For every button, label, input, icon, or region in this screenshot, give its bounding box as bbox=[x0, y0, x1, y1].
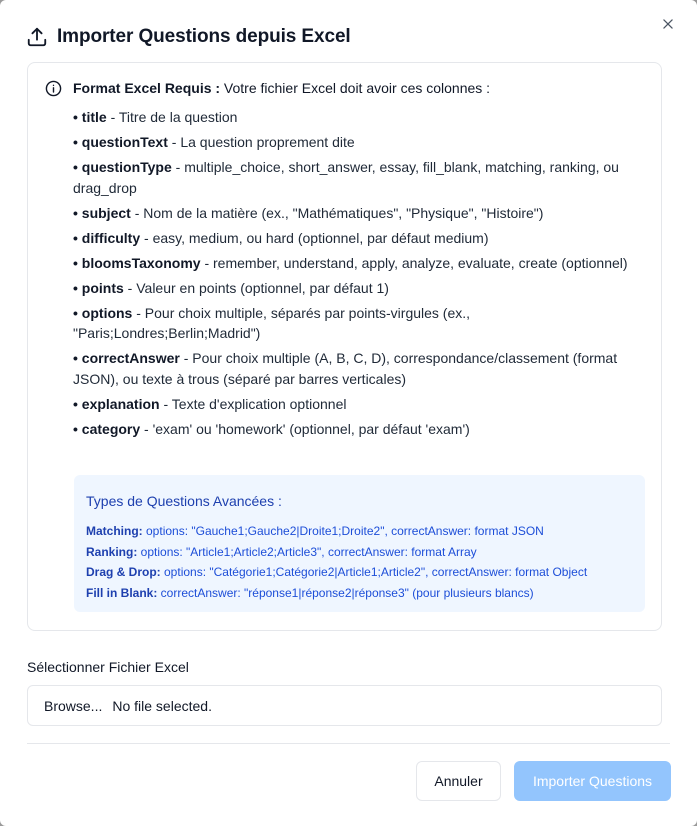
format-info-content: Format Excel Requis : Votre fichier Exce… bbox=[73, 78, 645, 444]
bullet-marker: • bbox=[73, 304, 82, 321]
advanced-type-item: Matching: options: "Gauche1;Gauche2|Droi… bbox=[86, 521, 633, 542]
format-info-box: Format Excel Requis : Votre fichier Exce… bbox=[27, 62, 662, 631]
advanced-type-text: correctAnswer: "réponse1|réponse2|répons… bbox=[157, 585, 534, 600]
column-name: bloomsTaxonomy bbox=[81, 254, 201, 271]
column-item: • points - Valeur en points (optionnel, … bbox=[73, 278, 645, 299]
advanced-type-text: options: "Article1;Article2;Article3", c… bbox=[137, 544, 477, 559]
bullet-marker: • bbox=[73, 254, 82, 271]
column-description: - remember, understand, apply, analyze, … bbox=[200, 254, 628, 271]
advanced-type-item: Fill in Blank: correctAnswer: "réponse1|… bbox=[86, 583, 633, 604]
dialog-header: Importer Questions depuis Excel bbox=[26, 24, 351, 50]
file-status: No file selected. bbox=[112, 697, 212, 714]
bullet-marker: • bbox=[73, 395, 82, 412]
advanced-type-key: Drag & Drop: bbox=[86, 565, 161, 579]
column-description: - Pour choix multiple, séparés par point… bbox=[73, 304, 471, 342]
column-name: questionType bbox=[81, 159, 172, 175]
column-name: difficulty bbox=[81, 229, 141, 246]
advanced-type-key: Ranking: bbox=[86, 544, 138, 559]
advanced-types-title: Types de Questions Avancées : bbox=[86, 493, 282, 509]
column-item: • difficulty - easy, medium, ou hard (op… bbox=[73, 228, 645, 249]
column-name: options bbox=[81, 304, 133, 321]
column-item: • correctAnswer - Pour choix multiple (A… bbox=[73, 348, 645, 389]
column-name: questionText bbox=[81, 134, 168, 150]
column-item: • subject - Nom de la matière (ex., "Mat… bbox=[73, 203, 645, 224]
column-description: - Titre de la question bbox=[106, 109, 238, 125]
column-list: • title - Titre de la question • question… bbox=[73, 107, 645, 439]
advanced-type-item: Drag & Drop: options: "Catégorie1;Catégo… bbox=[86, 562, 633, 583]
column-name: correctAnswer bbox=[81, 350, 180, 366]
column-item: • explanation - Texte d'explication opti… bbox=[73, 394, 645, 415]
advanced-types-list: Matching: options: "Gauche1;Gauche2|Droi… bbox=[86, 521, 633, 603]
column-item: • bloomsTaxonomy - remember, understand,… bbox=[73, 253, 645, 274]
column-description: - easy, medium, ou hard (optionnel, par … bbox=[140, 229, 489, 246]
advanced-types-box: Types de Questions Avancées : Matching: … bbox=[74, 475, 645, 612]
column-item: • questionType - multiple_choice, short_… bbox=[73, 157, 645, 198]
bullet-marker: • bbox=[73, 134, 82, 150]
dialog-title: Importer Questions depuis Excel bbox=[57, 26, 351, 47]
close-button[interactable] bbox=[657, 15, 679, 37]
column-name: points bbox=[81, 279, 124, 296]
file-input[interactable]: Browse... No file selected. bbox=[27, 685, 662, 726]
footer-divider bbox=[27, 743, 670, 744]
close-icon bbox=[661, 17, 675, 36]
upload-icon bbox=[26, 26, 48, 48]
cancel-button[interactable]: Annuler bbox=[416, 761, 501, 801]
advanced-type-text: options: "Catégorie1;Catégorie2|Article1… bbox=[160, 565, 588, 579]
column-name: explanation bbox=[81, 395, 160, 412]
column-name: title bbox=[81, 109, 107, 125]
file-field-label: Sélectionner Fichier Excel bbox=[27, 659, 189, 675]
column-item: • questionText - La question proprement … bbox=[73, 132, 645, 153]
column-description: - Valeur en points (optionnel, par défau… bbox=[123, 279, 389, 296]
import-dialog: Importer Questions depuis Excel Format E… bbox=[0, 0, 697, 826]
advanced-type-key: Matching: bbox=[86, 524, 143, 538]
column-name: category bbox=[81, 420, 141, 437]
format-intro-text: Votre fichier Excel doit avoir ces colon… bbox=[220, 80, 491, 96]
bullet-marker: • bbox=[73, 420, 82, 437]
advanced-type-text: options: "Gauche1;Gauche2|Droite1;Droite… bbox=[142, 524, 544, 538]
column-description: - La question proprement dite bbox=[167, 134, 355, 150]
format-intro: Format Excel Requis : Votre fichier Exce… bbox=[73, 78, 645, 98]
column-description: - Texte d'explication optionnel bbox=[159, 395, 347, 412]
advanced-type-item: Ranking: options: "Article1;Article2;Art… bbox=[86, 542, 633, 563]
column-item: • options - Pour choix multiple, séparés… bbox=[73, 303, 645, 344]
import-questions-button[interactable]: Importer Questions bbox=[514, 761, 671, 801]
info-icon bbox=[45, 80, 62, 97]
advanced-type-key: Fill in Blank: bbox=[86, 585, 158, 600]
column-description: - 'exam' ou 'homework' (optionnel, par d… bbox=[140, 420, 470, 437]
column-item: • category - 'exam' ou 'homework' (optio… bbox=[73, 419, 645, 440]
bullet-marker: • bbox=[73, 204, 82, 221]
column-item: • title - Titre de la question bbox=[73, 107, 645, 128]
bullet-marker: • bbox=[73, 279, 82, 296]
browse-button[interactable]: Browse... bbox=[44, 698, 102, 714]
bullet-marker: • bbox=[73, 229, 82, 246]
bullet-marker: • bbox=[73, 159, 82, 175]
bullet-marker: • bbox=[73, 109, 82, 125]
format-intro-bold: Format Excel Requis : bbox=[73, 80, 221, 96]
column-description: - Nom de la matière (ex., "Mathématiques… bbox=[130, 204, 544, 221]
bullet-marker: • bbox=[73, 350, 82, 366]
column-name: subject bbox=[81, 204, 131, 221]
